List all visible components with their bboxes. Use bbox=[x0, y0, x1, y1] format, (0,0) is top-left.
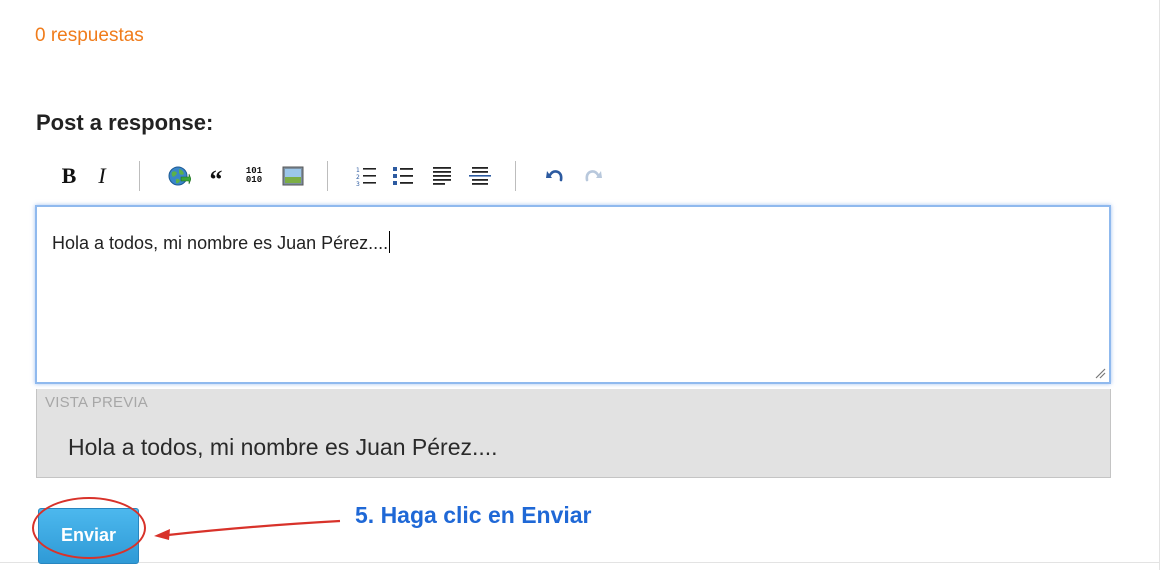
ordered-list-icon[interactable]: 1 2 3 bbox=[354, 162, 378, 190]
svg-text:3: 3 bbox=[356, 181, 360, 187]
preview-text: Hola a todos, mi nombre es Juan Pérez...… bbox=[68, 434, 498, 460]
align-left-icon[interactable] bbox=[430, 162, 454, 190]
toolbar-separator bbox=[327, 161, 328, 191]
response-text-content: Hola a todos, mi nombre es Juan Pérez...… bbox=[52, 231, 391, 254]
image-icon[interactable] bbox=[281, 162, 305, 190]
code-label-bottom: 010 bbox=[245, 175, 263, 185]
toolbar-separator bbox=[515, 161, 516, 191]
response-text-value: Hola a todos, mi nombre es Juan Pérez...… bbox=[52, 233, 389, 253]
annotation-arrow-icon bbox=[154, 519, 341, 540]
horizontal-rule-icon[interactable] bbox=[468, 162, 492, 190]
text-cursor bbox=[389, 231, 391, 253]
bold-icon[interactable]: B bbox=[58, 162, 80, 190]
preview-label: VISTA PREVIA bbox=[45, 394, 148, 411]
svg-text:1: 1 bbox=[356, 167, 360, 174]
submit-button[interactable]: Enviar bbox=[38, 508, 139, 564]
link-globe-icon[interactable] bbox=[166, 162, 192, 190]
page-divider-right bbox=[1159, 0, 1160, 570]
response-textarea[interactable]: Hola a todos, mi nombre es Juan Pérez...… bbox=[35, 205, 1111, 384]
code-icon[interactable]: 101 010 bbox=[241, 162, 267, 190]
redo-icon[interactable] bbox=[581, 162, 605, 190]
preview-panel: VISTA PREVIA Hola a todos, mi nombre es … bbox=[36, 389, 1111, 478]
replies-count: 0 respuestas bbox=[35, 25, 144, 46]
editor-toolbar: B I “ 101 010 1 2 3 bbox=[46, 158, 646, 194]
svg-text:2: 2 bbox=[356, 174, 360, 181]
bold-label: B bbox=[61, 163, 77, 188]
italic-label: I bbox=[98, 163, 106, 188]
quote-icon[interactable]: “ bbox=[204, 162, 228, 194]
toolbar-separator bbox=[139, 161, 140, 191]
resize-handle-icon[interactable] bbox=[1094, 367, 1106, 379]
quote-label: “ bbox=[209, 165, 223, 194]
annotation-instruction: 5. Haga clic en Enviar bbox=[355, 502, 592, 528]
italic-icon[interactable]: I bbox=[92, 162, 112, 190]
page-divider-bottom bbox=[0, 562, 1160, 563]
undo-icon[interactable] bbox=[543, 162, 567, 190]
unordered-list-icon[interactable] bbox=[391, 162, 415, 190]
post-response-heading: Post a response: bbox=[36, 110, 214, 135]
